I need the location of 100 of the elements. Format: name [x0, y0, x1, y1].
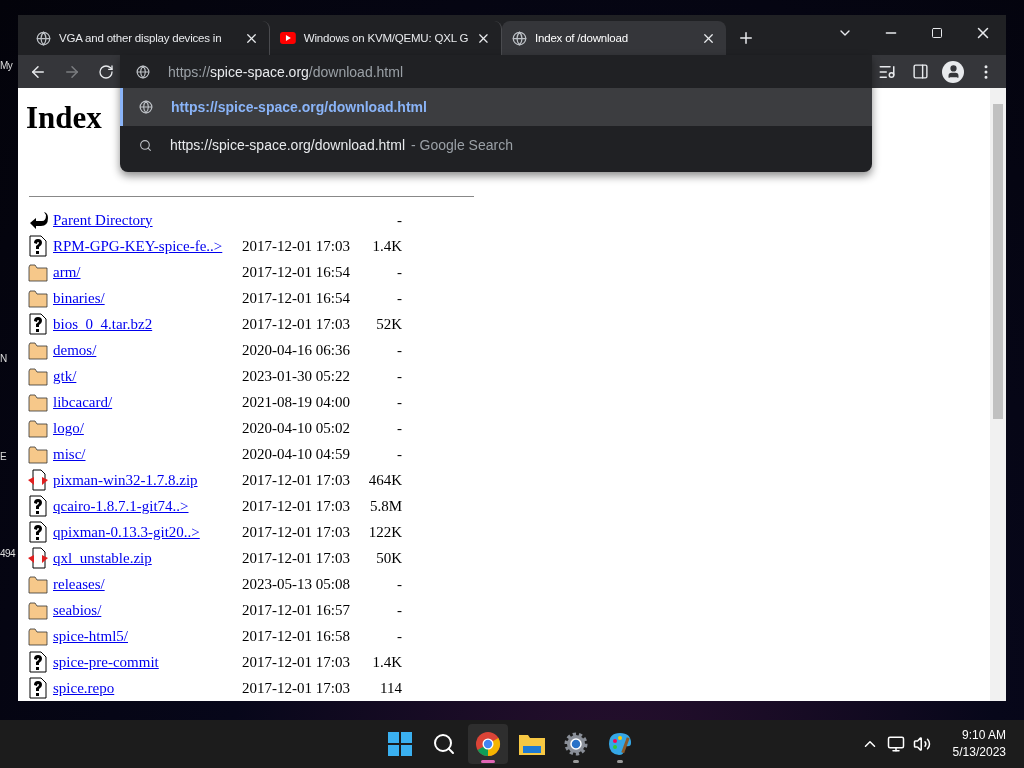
folder-icon — [28, 573, 48, 595]
new-tab-icon[interactable] — [737, 29, 755, 47]
file-size: 50K — [375, 549, 402, 567]
gear-icon[interactable] — [564, 732, 588, 756]
folder-icon — [28, 261, 48, 283]
modified-date: 2017-12-01 17:03 — [242, 497, 351, 515]
browser-icon[interactable] — [475, 731, 501, 757]
running-indicator — [617, 760, 623, 763]
modified-date: 2017-12-01 17:03 — [242, 679, 351, 697]
modified-date: 2017-12-01 16:57 — [242, 601, 351, 619]
suggestion-hint: - Google Search — [411, 137, 513, 153]
folder-icon — [28, 599, 48, 621]
unknown-file-icon — [28, 495, 48, 517]
windows-logo-icon[interactable] — [388, 732, 412, 756]
file-link[interactable]: Parent Directory — [53, 211, 237, 229]
modified-date: 2023-01-30 05:22 — [242, 367, 351, 385]
compressed-file-icon — [28, 469, 48, 491]
desktop-icon-label: 494 — [0, 548, 16, 559]
modified-date: 2023-05-13 05:08 — [242, 575, 351, 593]
file-size: - — [396, 211, 402, 229]
file-link[interactable]: spice-pre-commit — [53, 653, 237, 671]
file-size: - — [396, 419, 402, 437]
file-link[interactable]: spice.repo — [53, 679, 237, 697]
file-size: - — [396, 393, 402, 411]
unknown-file-icon — [28, 313, 48, 335]
file-link[interactable]: binaries/ — [53, 289, 237, 307]
modified-date: 2017-12-01 16:54 — [242, 289, 351, 307]
modified-date: 2017-12-01 17:03 — [242, 315, 351, 333]
globe-icon — [512, 30, 527, 46]
folder-icon — [28, 287, 48, 309]
file-size: - — [396, 445, 402, 463]
file-link[interactable]: qpixman-0.13.3-git20..> — [53, 523, 237, 541]
modified-date: 2017-12-01 16:58 — [242, 627, 351, 645]
folder-icon — [28, 365, 48, 387]
desktop-icon-label: N — [0, 353, 7, 364]
browser-tab[interactable]: Index of /download — [502, 21, 726, 55]
file-link[interactable]: logo/ — [53, 419, 237, 437]
address-field[interactable]: https://spice-space.org/download.html — [168, 63, 872, 80]
video-play-icon — [280, 32, 296, 44]
unknown-file-icon — [28, 235, 48, 257]
clock-date[interactable]: 5/13/2023 — [952, 744, 1006, 761]
search-icon — [139, 138, 152, 152]
modified-date: 2017-12-01 17:03 — [242, 237, 351, 255]
file-size: - — [396, 601, 402, 619]
back-arrow-icon — [28, 209, 48, 231]
scrollbar-thumb[interactable] — [993, 104, 1003, 419]
file-link[interactable]: gtk/ — [53, 367, 237, 385]
file-size: 122K — [368, 523, 402, 541]
file-size: 114 — [379, 679, 402, 697]
clock-time[interactable]: 9:10 AM — [961, 727, 1006, 744]
file-link[interactable]: demos/ — [53, 341, 237, 359]
maximize-icon[interactable] — [931, 27, 943, 39]
folder-icon — [28, 625, 48, 647]
modified-date: 2020-04-10 04:59 — [242, 445, 351, 463]
modified-date: 2020-04-16 06:36 — [242, 341, 351, 359]
scrollbar[interactable] — [990, 88, 1006, 701]
running-indicator — [481, 760, 495, 763]
file-link[interactable]: RPM-GPG-KEY-spice-fe..> — [53, 237, 237, 255]
search-icon[interactable] — [432, 732, 456, 756]
folder-icon — [28, 443, 48, 465]
file-size: - — [396, 367, 402, 385]
folder-icon[interactable] — [519, 733, 545, 755]
file-link[interactable]: qxl_unstable.zip — [53, 549, 237, 567]
page-heading: Index — [26, 100, 102, 136]
suggestion-item[interactable]: https://spice-space.org/download.html — [120, 88, 872, 126]
side-panel-icon[interactable] — [911, 63, 929, 80]
profile-avatar[interactable] — [942, 60, 964, 83]
palette-icon[interactable] — [607, 731, 633, 757]
suggestion-item[interactable]: https://spice-space.org/download.html - Google Search — [120, 126, 872, 164]
file-size: - — [396, 627, 402, 645]
file-size: 1.4K — [371, 653, 402, 671]
file-link[interactable]: libcacard/ — [53, 393, 237, 411]
globe-icon — [139, 100, 153, 114]
globe-icon — [36, 30, 51, 46]
compressed-file-icon — [28, 547, 48, 569]
file-link[interactable]: arm/ — [53, 263, 237, 281]
file-link[interactable]: bios_0_4.tar.bz2 — [53, 315, 237, 333]
modified-date: 2017-12-01 17:03 — [242, 523, 351, 541]
file-link[interactable]: spice-html5/ — [53, 627, 237, 645]
network-icon[interactable] — [886, 735, 905, 753]
reload-icon[interactable] — [98, 63, 114, 80]
file-size: - — [396, 263, 402, 281]
file-size: - — [396, 341, 402, 359]
running-indicator — [573, 760, 579, 763]
file-size: 464K — [368, 471, 402, 489]
file-link[interactable]: misc/ — [53, 445, 237, 463]
folder-icon — [28, 417, 48, 439]
file-size: 52K — [375, 315, 402, 333]
modified-date: 2017-12-01 17:03 — [242, 549, 351, 567]
modified-date: 2017-12-01 17:03 — [242, 471, 351, 489]
file-link[interactable]: qcairo-1.8.7.1-git74..> — [53, 497, 237, 515]
modified-date: 2017-12-01 17:03 — [242, 653, 351, 671]
file-link[interactable]: pixman-win32-1.7.8.zip — [53, 471, 237, 489]
file-link[interactable]: releases/ — [53, 575, 237, 593]
modified-date: 2017-12-01 16:54 — [242, 263, 351, 281]
folder-icon — [28, 391, 48, 413]
file-link[interactable]: seabios/ — [53, 601, 237, 619]
folder-icon — [28, 339, 48, 361]
file-size: - — [396, 289, 402, 307]
volume-icon[interactable] — [912, 735, 931, 753]
